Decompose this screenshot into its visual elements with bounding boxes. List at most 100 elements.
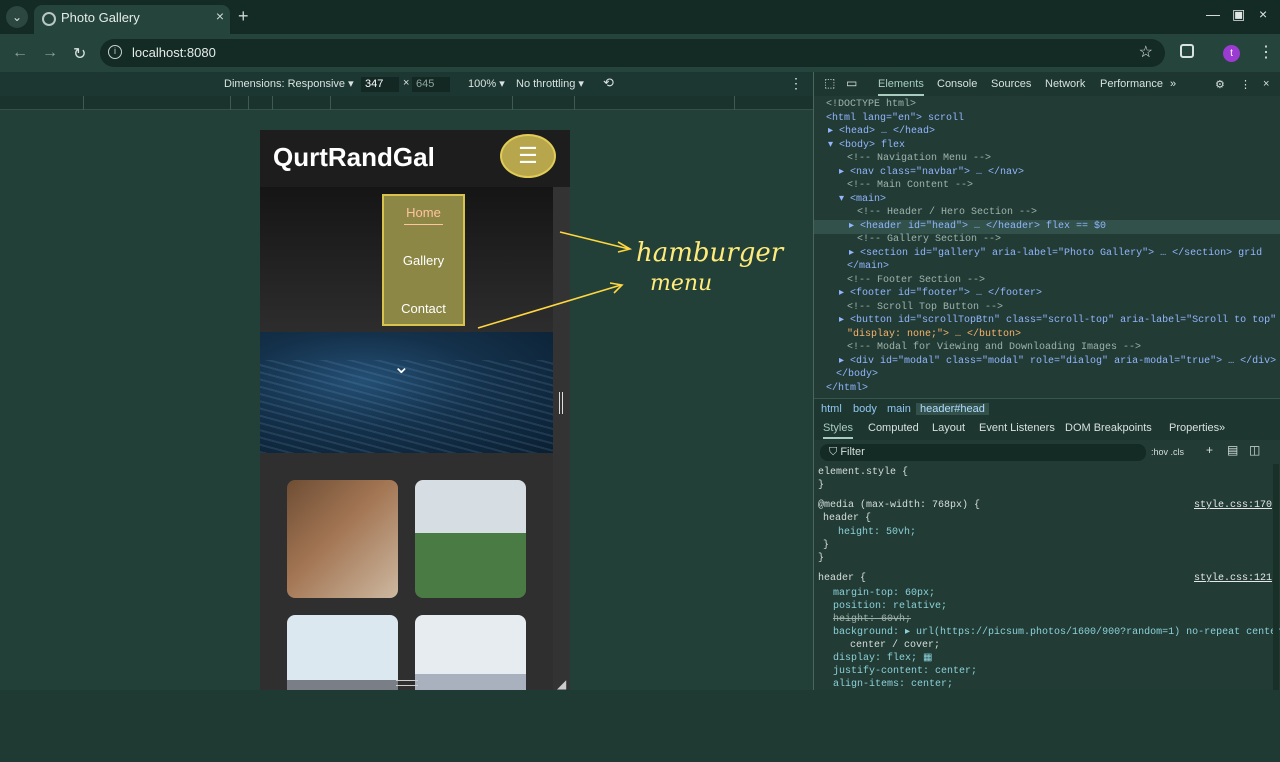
computed-styles-icon[interactable]: ▤ [1227,443,1238,457]
close-devtools-icon[interactable]: × [1263,78,1269,90]
browser-tab[interactable]: Photo Gallery × [34,5,230,34]
dom-line[interactable]: <!-- Navigation Menu --> [847,153,991,164]
dom-line[interactable]: ▸ <head> … </head> [828,126,935,137]
css-declaration[interactable]: height: 50vh; [838,526,916,539]
dom-line[interactable]: ▸ <nav class="navbar"> … </nav> [839,167,1024,178]
dom-line[interactable]: </html> [826,383,868,394]
browser-menu-icon[interactable]: ⋮ [1258,42,1274,62]
zoom-dropdown[interactable]: 100% ▾ [468,77,505,90]
site-info-icon[interactable]: i [108,45,122,59]
profile-avatar[interactable]: t [1223,45,1240,62]
dimensions-dropdown[interactable]: Dimensions: Responsive ▾ [224,77,354,90]
close-tab-icon[interactable]: × [216,8,224,24]
css-declaration[interactable]: position: relative; [833,600,947,613]
forward-icon[interactable]: → [42,44,58,62]
dom-line[interactable]: </body> [836,369,878,380]
browser-toolbar: ← → ↻ i localhost:8080 ☆ [0,34,1280,72]
style-source-link[interactable]: style.css:170 [1194,499,1272,512]
css-declaration[interactable]: display: flex; ▦ [833,652,932,665]
css-declaration[interactable]: justify-content: center; [833,665,977,678]
tab-properties[interactable]: Properties [1169,422,1219,434]
restore-icon[interactable]: ▣ [1232,6,1245,23]
tab-computed[interactable]: Computed [868,422,919,434]
extensions-icon[interactable] [1180,44,1194,58]
address-bar[interactable]: i localhost:8080 ☆ [100,39,1165,67]
tab-performance[interactable]: Performance [1100,78,1163,90]
breadcrumb: html body main header#head [814,398,1280,418]
dom-line[interactable]: <!-- Gallery Section --> [857,234,1001,245]
throttle-dropdown[interactable]: No throttling ▾ [516,77,584,90]
more-style-tabs-icon[interactable]: » [1219,422,1225,434]
dom-line[interactable]: <!DOCTYPE html> [826,99,916,110]
rule-selector[interactable]: element.style { [818,466,908,479]
css-declaration-overridden[interactable]: height: 60vh; [833,613,911,626]
css-declaration-continued: center / cover; [850,640,941,651]
devtools-toolbar: ⬚ ▭ Elements Console Sources Network Per… [814,72,1280,96]
css-declaration[interactable]: background: ▸ url(https://picsum.photos/… [833,626,1280,639]
rule-selector[interactable]: header { [818,572,866,585]
url-text: localhost:8080 [132,45,216,60]
devtools-menu-icon[interactable]: ⋮ [1240,78,1251,91]
tab-event-listeners[interactable]: Event Listeners [979,422,1055,434]
tab-network[interactable]: Network [1045,78,1085,90]
crumb-header[interactable]: header#head [916,403,989,415]
crumb-main[interactable]: main [887,403,911,415]
dom-line[interactable]: ▸ <div id="modal" class="modal" role="di… [839,356,1276,367]
globe-icon [42,12,56,26]
device-options-icon[interactable]: ⋮ [789,75,803,92]
dom-line[interactable]: <!-- Footer Section --> [847,275,985,286]
dom-line[interactable]: ▾ <body> flex [828,140,905,151]
close-window-icon[interactable]: × [1259,6,1267,22]
tab-elements[interactable]: Elements [878,78,924,96]
dom-line[interactable]: ▸ <section id="gallery" aria-label="Phot… [849,248,1262,259]
tab-layout[interactable]: Layout [932,422,965,434]
back-icon[interactable]: ← [12,44,28,62]
media-query: @media (max-width: 768px) { [818,500,981,511]
dom-line[interactable]: <!-- Main Content --> [847,180,973,191]
dom-line[interactable]: <!-- Modal for Viewing and Downloading I… [847,342,1141,353]
width-input[interactable]: 347 [361,77,399,92]
crumb-html[interactable]: html [821,403,842,415]
tab-title: Photo Gallery [61,10,140,25]
bookmark-star-icon[interactable]: ☆ [1139,42,1153,62]
dom-line[interactable]: </main> [847,261,889,272]
tab-sources[interactable]: Sources [991,78,1031,90]
dom-line[interactable]: ▾ <main> [839,194,886,205]
dom-line[interactable]: <!-- Header / Hero Section --> [857,207,1037,218]
annotation-arrows [477,231,633,329]
css-declaration[interactable]: align-items: center; [833,678,953,691]
rotate-icon[interactable]: ⟲ [603,75,614,91]
tab-dom-breakpoints[interactable]: DOM Breakpoints [1065,422,1152,434]
dom-line[interactable]: ▸ <button id="scrollTopBtn" class="scrol… [839,315,1280,326]
dom-line[interactable]: "display: none;"> … </button> [847,329,1021,340]
settings-icon[interactable]: ⚙ [1215,78,1225,91]
styles-filter-input[interactable]: ⛉ Filter [820,444,1146,461]
tab-console[interactable]: Console [937,78,977,90]
sidebar-toggle-icon[interactable]: ◫ [1249,443,1260,457]
dom-line[interactable]: <html lang="en"> scroll [826,113,964,124]
device-toggle-icon[interactable]: ▭ [846,76,857,90]
inspect-icon[interactable]: ⬚ [824,76,835,90]
media-query-ruler [0,96,813,110]
new-tab-button[interactable]: + [238,6,249,27]
style-source-link[interactable]: style.css:121 [1194,572,1272,585]
styles-pane: element.style { } @media (max-width: 768… [814,464,1280,691]
height-input[interactable]: 645 [412,77,450,92]
styles-scrollbar[interactable] [1273,464,1279,690]
dom-line-selected[interactable]: ▸ <header id="head"> … </header> flex ==… [849,221,1106,232]
reload-icon[interactable]: ↻ [73,44,86,64]
crumb-body[interactable]: body [853,403,877,415]
minimize-icon[interactable]: — [1206,6,1220,22]
new-rule-icon[interactable]: + [1206,443,1213,457]
more-tabs-icon[interactable]: » [1170,78,1176,90]
state-class-toggles[interactable]: :hov .cls [1151,447,1184,457]
dom-line[interactable]: <!-- Scroll Top Button --> [847,302,1003,313]
styles-tabs: Styles Computed Layout Event Listeners D… [814,418,1280,440]
media-close: } [818,553,825,564]
tab-styles[interactable]: Styles [823,422,853,439]
device-viewport: Dimensions: Responsive ▾ 347 × 645 100% … [0,72,813,691]
dom-line[interactable]: ▸ <footer id="footer"> … </footer> [839,288,1042,299]
rule-selector[interactable]: header { [823,512,871,525]
css-declaration[interactable]: margin-top: 60px; [833,587,935,600]
tab-search-button[interactable]: ⌄ [6,6,28,28]
